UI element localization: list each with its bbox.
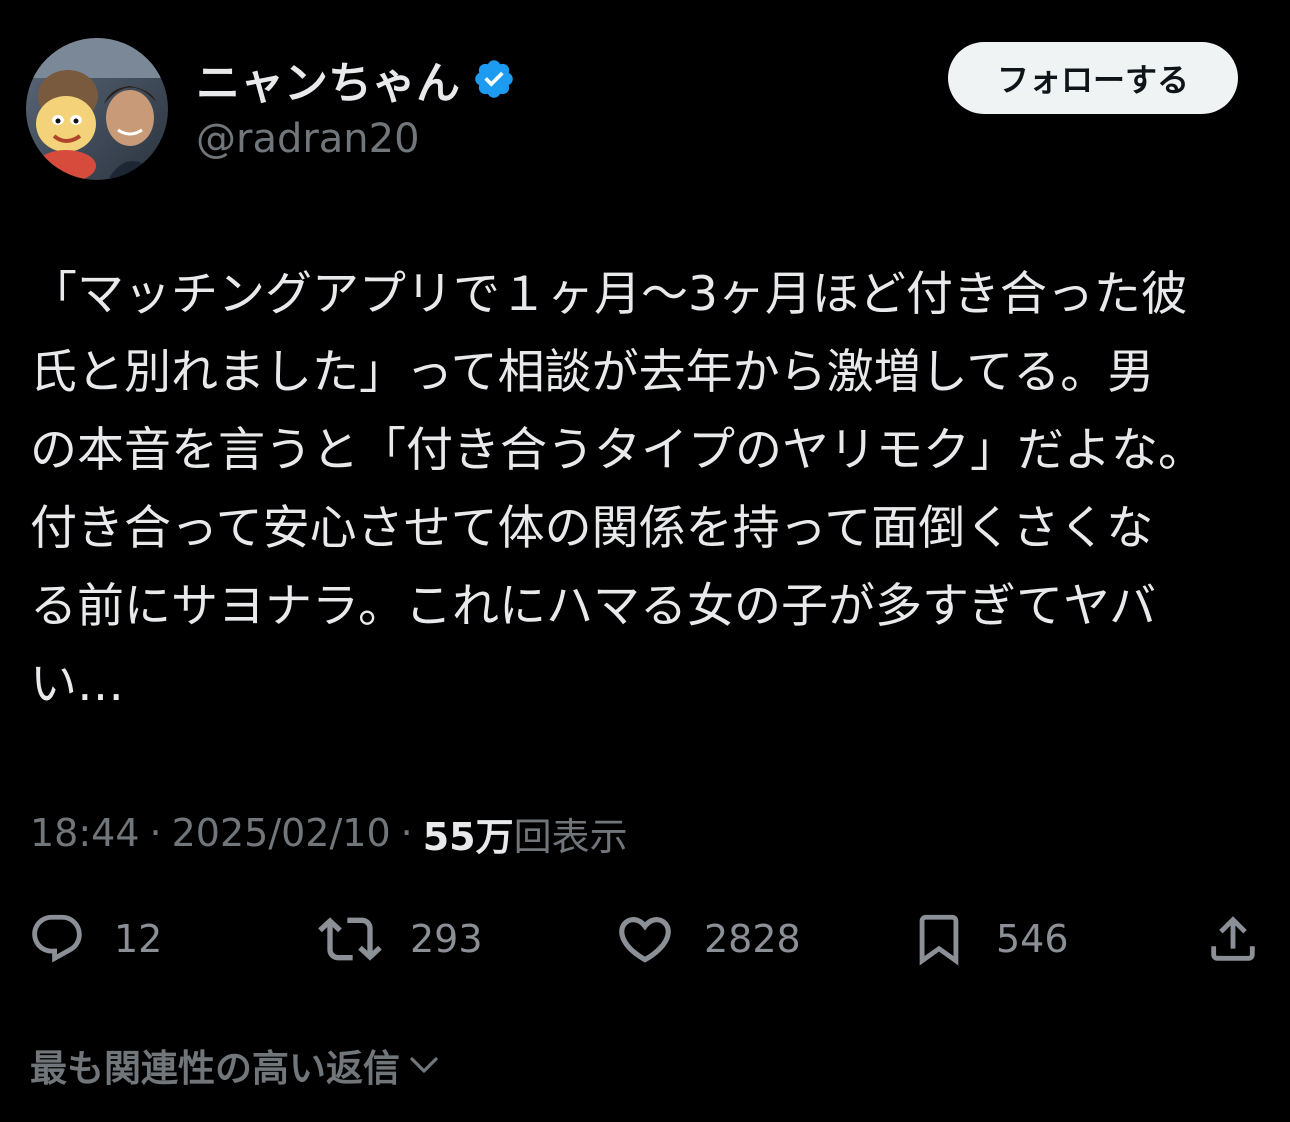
- tweet-text-line: の本音を言うと「付き合うタイプのヤリモク」だよな。: [30, 423, 1205, 478]
- tweet-text-line: る前にサヨナラ。これにハマる女の子が多すぎてヤバ: [30, 579, 1157, 634]
- follow-button[interactable]: フォローする: [948, 42, 1238, 114]
- tweet-meta: 18:44 · 2025/02/10 · 55万 回表示: [30, 806, 628, 860]
- tweet-date[interactable]: 2025/02/10: [172, 811, 391, 855]
- replies-sort-label: 最も関連性の高い返信: [30, 1047, 400, 1090]
- heart-icon: [619, 917, 671, 963]
- tweet-text-line: 「マッチングアプリで１ヶ月〜3ヶ月ほど付き合った彼: [30, 267, 1188, 322]
- retweet-icon: [318, 917, 382, 961]
- share-icon: [1211, 916, 1255, 961]
- meta-separator: ·: [149, 811, 162, 855]
- tweet-text-line: 付き合って安心させて体の関係を持って面倒くさくな: [30, 501, 1154, 556]
- tweet-text: 「マッチングアプリで１ヶ月〜3ヶ月ほど付き合った彼 氏と別れました」って相談が去…: [30, 256, 1262, 724]
- share-button[interactable]: [1204, 904, 1262, 974]
- bookmark-icon: [919, 914, 959, 966]
- verified-badge-icon: [472, 57, 516, 101]
- action-bar: 12 293 2828 546: [0, 904, 1290, 974]
- author-avatar[interactable]: [26, 38, 168, 180]
- retweet-button[interactable]: 293: [318, 904, 483, 974]
- avatar-image: [26, 38, 168, 180]
- reply-button[interactable]: 12: [28, 904, 162, 974]
- reply-icon: [32, 914, 82, 963]
- replies-sort-toggle[interactable]: 最も関連性の高い返信: [30, 1038, 442, 1092]
- like-button[interactable]: 2828: [614, 904, 801, 974]
- meta-separator: ·: [400, 811, 413, 855]
- like-count: 2828: [704, 917, 801, 961]
- retweet-count: 293: [410, 917, 483, 961]
- author-handle[interactable]: @radran20: [196, 116, 420, 162]
- author-name-row: ニャンちゃん: [196, 48, 516, 110]
- bookmark-count: 546: [996, 917, 1069, 961]
- chevron-down-icon: [410, 1057, 438, 1073]
- views-label[interactable]: 回表示: [514, 806, 628, 861]
- tweet-text-line: 氏と別れました」って相談が去年から激増してる。男: [30, 345, 1155, 400]
- tweet-text-line: い…: [30, 657, 124, 712]
- views-count[interactable]: 55万: [423, 806, 514, 861]
- bookmark-button[interactable]: 546: [910, 904, 1069, 974]
- reply-count: 12: [114, 917, 163, 961]
- tweet-time[interactable]: 18:44: [30, 811, 140, 855]
- author-display-name[interactable]: ニャンちゃん: [196, 47, 460, 111]
